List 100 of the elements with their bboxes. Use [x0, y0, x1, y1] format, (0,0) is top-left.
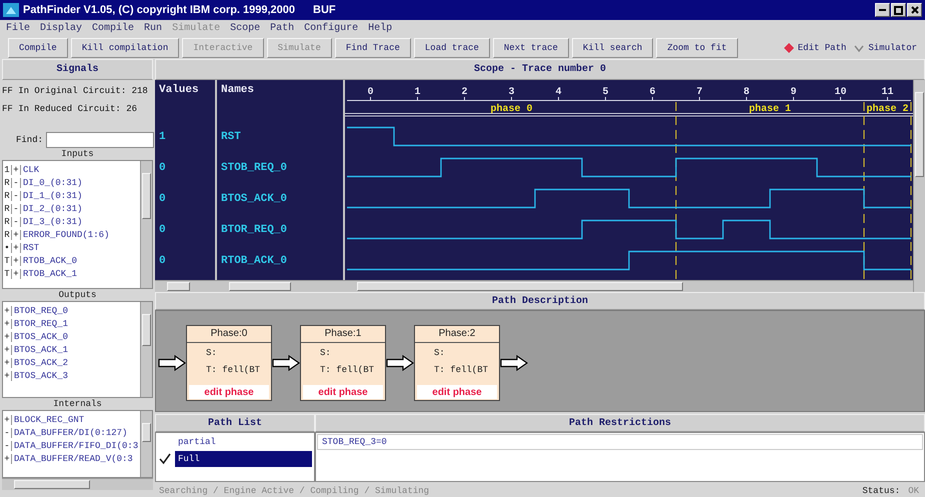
- scrollbar[interactable]: [140, 161, 152, 288]
- search-field[interactable]: [46, 132, 154, 148]
- expand-toggle[interactable]: +: [3, 306, 12, 316]
- signal-name[interactable]: BTOR_REQ_1: [12, 318, 68, 328]
- signal-value: 1: [158, 130, 167, 144]
- expand-toggle[interactable]: -: [12, 178, 21, 188]
- expand-toggle[interactable]: -: [3, 440, 12, 450]
- menu-item[interactable]: Scope: [230, 23, 260, 34]
- signal-name[interactable]: DATA_BUFFER/FIFO_DI(0:3: [12, 440, 138, 450]
- expand-toggle[interactable]: +: [3, 358, 12, 368]
- tick-label: 9: [790, 87, 796, 98]
- toolbar-button[interactable]: Find Trace: [334, 38, 411, 58]
- signal-name[interactable]: CLK: [21, 164, 40, 174]
- signal-name[interactable]: ERROR_FOUND(1:6): [21, 230, 110, 240]
- maximize-button[interactable]: [891, 3, 906, 17]
- menu-item[interactable]: Run: [144, 23, 162, 34]
- status-text: Searching / Engine Active / Compiling / Simulating: [159, 486, 430, 496]
- expand-toggle[interactable]: +: [12, 242, 21, 252]
- radio-label[interactable]: Simulator: [868, 43, 917, 53]
- signal-flag: R: [3, 216, 12, 226]
- menu-item[interactable]: Help: [368, 23, 392, 34]
- phase-label: phase 1: [749, 104, 791, 115]
- expand-toggle[interactable]: +: [12, 230, 21, 240]
- expand-toggle[interactable]: +: [3, 332, 12, 342]
- signal-name[interactable]: BLOCK_REC_GNT: [12, 414, 84, 424]
- expand-toggle[interactable]: +: [12, 256, 21, 266]
- phase-label: phase 2: [866, 104, 908, 115]
- edit-phase-button[interactable]: edit phase: [189, 385, 269, 399]
- expand-toggle[interactable]: +: [3, 344, 12, 354]
- window-subtitle: BUF: [313, 4, 336, 16]
- expand-toggle[interactable]: +: [3, 454, 12, 464]
- menu-item[interactable]: Compile: [92, 23, 134, 34]
- toolbar-button[interactable]: Load trace: [414, 38, 490, 58]
- menu-item[interactable]: File: [6, 23, 30, 34]
- toolbar-button[interactable]: Kill compilation: [70, 38, 180, 58]
- signal-name[interactable]: BTOS_ACK_0: [12, 332, 68, 342]
- section-header: Inputs: [60, 148, 95, 160]
- expand-toggle[interactable]: -: [3, 428, 12, 438]
- signal-name[interactable]: BTOS_ACK_1: [12, 344, 68, 354]
- signal-name[interactable]: DI_3_(0:31): [21, 216, 82, 226]
- minimize-button[interactable]: [875, 3, 890, 17]
- radio-button[interactable]: [854, 43, 864, 53]
- toolbar-button[interactable]: Next trace: [492, 38, 569, 58]
- expand-toggle[interactable]: -: [12, 190, 21, 200]
- signal-name[interactable]: BTOR_REQ_0: [12, 306, 68, 316]
- signal-name[interactable]: DI_0_(0:31): [21, 178, 82, 188]
- expand-toggle[interactable]: +: [12, 268, 21, 278]
- expand-toggle[interactable]: -: [12, 204, 21, 214]
- column-header: Values: [158, 83, 200, 98]
- signal-flag: T: [3, 256, 12, 266]
- signal-flag: 1: [3, 164, 12, 174]
- close-button[interactable]: [907, 3, 922, 17]
- expand-toggle[interactable]: +: [3, 318, 12, 328]
- expand-toggle[interactable]: -: [12, 216, 21, 226]
- signal-name[interactable]: DATA_BUFFER/READ_V(0:3: [12, 454, 133, 464]
- phase-text: S:: [205, 347, 218, 360]
- scrollbar[interactable]: [2, 478, 153, 490]
- tick-label: 3: [508, 87, 514, 98]
- status-value: OK: [908, 486, 919, 496]
- scrollbar[interactable]: [155, 280, 217, 292]
- maximize-icon: [894, 6, 903, 14]
- radio-button[interactable]: [784, 43, 794, 53]
- list-item[interactable]: partial: [175, 434, 312, 450]
- tick-label: 10: [834, 87, 846, 98]
- expand-toggle[interactable]: +: [3, 370, 12, 380]
- menu-item[interactable]: Path: [270, 23, 294, 34]
- expand-toggle[interactable]: +: [12, 164, 21, 174]
- panel-header: Path Description: [155, 292, 925, 310]
- menu-item[interactable]: Display: [40, 23, 82, 34]
- expand-toggle[interactable]: +: [3, 414, 12, 424]
- list-item[interactable]: Full: [175, 450, 312, 466]
- signal-name[interactable]: DI_1_(0:31): [21, 190, 82, 200]
- tick-label: 4: [556, 87, 562, 98]
- scrollbar[interactable]: [913, 80, 925, 292]
- signal-name: RTOB_ACK_0: [220, 254, 288, 268]
- list-item[interactable]: STOB_REQ_3=0: [317, 434, 923, 450]
- tick-label: 8: [744, 87, 750, 98]
- signal-name[interactable]: RTOB_ACK_0: [21, 256, 78, 266]
- signal-name[interactable]: BTOS_ACK_2: [12, 358, 68, 368]
- phase-label: phase 0: [490, 104, 532, 115]
- phase-text: S:: [433, 347, 446, 360]
- signal-name[interactable]: RTOB_ACK_1: [21, 268, 78, 278]
- toolbar-button[interactable]: Compile: [8, 38, 68, 58]
- signal-flag: T: [3, 268, 12, 278]
- scrollbar[interactable]: [140, 302, 152, 397]
- edit-phase-button[interactable]: edit phase: [303, 385, 383, 399]
- edit-phase-button[interactable]: edit phase: [417, 385, 497, 399]
- radio-label[interactable]: Edit Path: [798, 43, 846, 53]
- signal-name[interactable]: DATA_BUFFER/DI(0:127): [12, 428, 128, 438]
- scrollbar[interactable]: [140, 411, 152, 477]
- signal-name[interactable]: BTOS_ACK_3: [12, 370, 68, 380]
- toolbar-button[interactable]: Zoom to fit: [656, 38, 738, 58]
- panel-header: Signals: [2, 59, 153, 80]
- signal-name[interactable]: RST: [21, 242, 40, 252]
- scrollbar[interactable]: [345, 280, 913, 292]
- menu-item[interactable]: Configure: [304, 23, 358, 34]
- toolbar-button[interactable]: Kill search: [572, 38, 654, 58]
- stat-text: FF In Original Circuit: 218: [2, 85, 149, 98]
- field-label: Find:: [16, 134, 44, 144]
- signal-name[interactable]: DI_2_(0:31): [21, 204, 82, 214]
